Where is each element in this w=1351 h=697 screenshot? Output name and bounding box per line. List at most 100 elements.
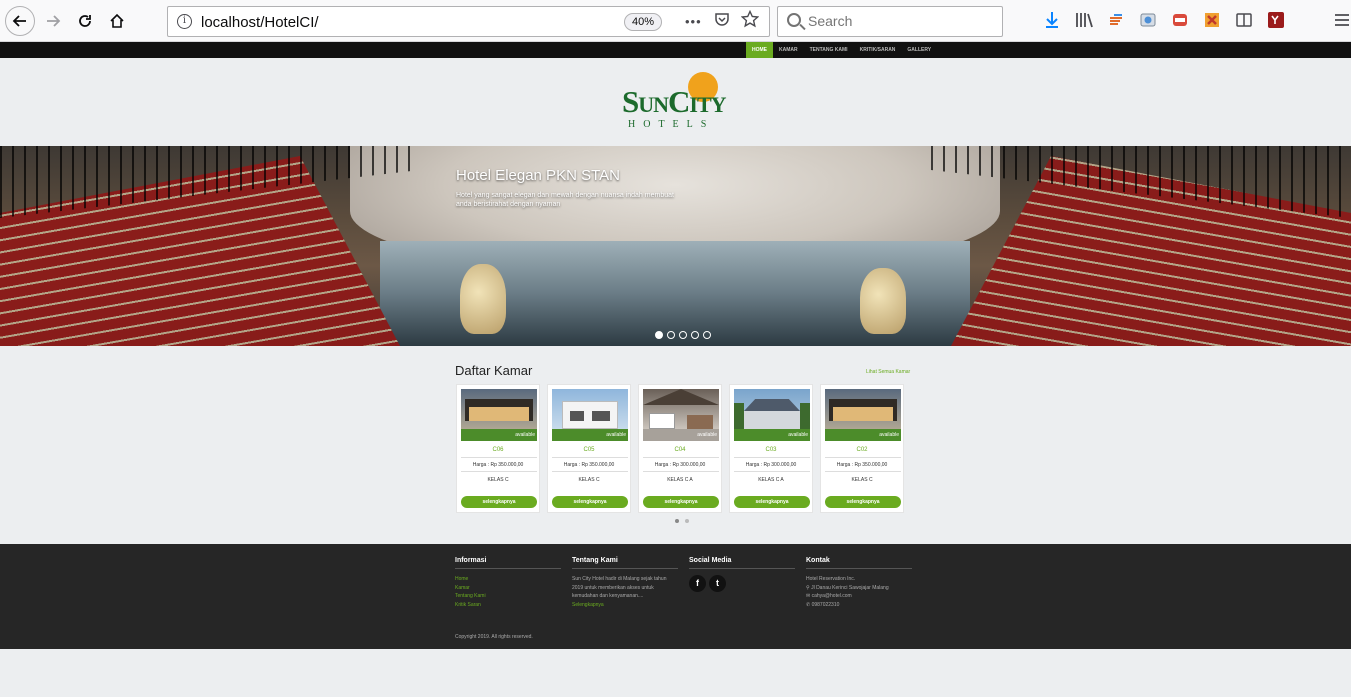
url-text[interactable]: localhost/HotelCI/	[201, 14, 319, 31]
hero-text: Hotel yang sangat elegan dan mewah denga…	[456, 192, 674, 208]
room-status: available	[606, 432, 626, 438]
twitter-icon[interactable]: t	[709, 575, 726, 592]
library-icon[interactable]	[1075, 11, 1093, 29]
nav-kritik-saran[interactable]: KRITIK/SARAN	[854, 42, 902, 58]
screenshot-extension-icon[interactable]	[1139, 11, 1157, 29]
footer-link-tentang-kami[interactable]: Tentang Kami	[455, 592, 561, 601]
footer-link-home[interactable]: Home	[455, 575, 561, 584]
suncity-logo[interactable]: SunCity HOTELS	[620, 72, 750, 132]
bookmark-star-icon[interactable]	[740, 9, 760, 33]
facebook-icon[interactable]: f	[689, 575, 706, 592]
contact-email[interactable]: cahya@hotel.com	[812, 593, 852, 599]
divider	[734, 457, 810, 458]
copyright-text: Copyright 2019. All rights reserved.	[455, 634, 533, 640]
back-button[interactable]	[5, 6, 35, 36]
room-price: Harga : Rp 350.000,00	[472, 462, 524, 468]
contact-company: Hotel Reservation Inc.	[806, 576, 856, 582]
room-class: KELAS C	[578, 477, 600, 483]
room-status: available	[515, 432, 535, 438]
forward-arrow-icon	[47, 15, 61, 27]
room-cards: available C06 Harga : Rp 350.000,00 KELA…	[456, 384, 904, 513]
pocket-icon[interactable]	[714, 11, 730, 32]
room-class: KELAS C A	[758, 477, 784, 483]
hero-indicators	[655, 331, 711, 339]
hero-indicator-dot[interactable]	[703, 331, 711, 339]
footer-informasi: Informasi Home Kamar Tentang Kami Kritik…	[455, 557, 561, 609]
nav-kamar[interactable]: KAMAR	[773, 42, 804, 58]
site-header: SunCity HOTELS	[0, 58, 1351, 146]
footer-link-kamar[interactable]: Kamar	[455, 584, 561, 593]
search-input[interactable]	[808, 13, 988, 29]
hero-indicator-dot[interactable]	[691, 331, 699, 339]
forward-button[interactable]	[38, 6, 68, 36]
divider	[825, 457, 901, 458]
menu-hamburger-icon[interactable]	[1333, 11, 1351, 29]
reload-icon	[79, 15, 91, 27]
room-price: Harga : Rp 350.000,00	[836, 462, 888, 468]
home-button[interactable]	[102, 6, 132, 36]
page-bottom-space	[0, 649, 1351, 697]
reader-view-icon[interactable]	[1235, 11, 1253, 29]
room-code: C06	[492, 447, 504, 453]
room-card: available C03 Harga : Rp 300.000,00 KELA…	[729, 384, 813, 513]
divider	[461, 457, 537, 458]
hero-right-urn	[860, 268, 906, 334]
site-info-icon[interactable]: i	[177, 14, 192, 29]
rooms-page-dot[interactable]	[675, 519, 679, 523]
page-actions-icon[interactable]: •••	[685, 14, 702, 29]
hero-carousel[interactable]: Hotel Elegan PKN STAN Hotel yang sangat …	[0, 146, 1351, 346]
nav-tentang-kami[interactable]: TENTANG KAMI	[804, 42, 854, 58]
nav-home[interactable]: HOME	[746, 42, 773, 58]
rooms-page-dot[interactable]	[685, 519, 689, 523]
room-detail-button[interactable]: selengkapnya	[461, 496, 537, 508]
hero-indicator-dot[interactable]	[679, 331, 687, 339]
footer-heading: Informasi	[455, 557, 561, 569]
room-code: C04	[674, 447, 686, 453]
room-status: available	[697, 432, 717, 438]
hero-indicator-dot[interactable]	[655, 331, 663, 339]
hero-left-urn	[460, 264, 506, 334]
search-bar[interactable]	[777, 6, 1003, 37]
hero-title: Hotel Elegan PKN STAN	[456, 167, 620, 184]
footer-about-text: Sun City Hotel hadir di Malang sejak tah…	[572, 575, 678, 609]
divider	[643, 471, 719, 472]
room-code: C03	[765, 447, 777, 453]
nav-gallery[interactable]: GALLERY	[901, 42, 937, 58]
room-detail-button[interactable]: selengkapnya	[643, 496, 719, 508]
extension-stripes-icon[interactable]	[1107, 11, 1125, 29]
about-more-link[interactable]: Selengkapnya	[572, 602, 604, 608]
hero-indicator-dot[interactable]	[667, 331, 675, 339]
room-class: KELAS C A	[667, 477, 693, 483]
room-detail-button[interactable]: selengkapnya	[552, 496, 628, 508]
divider	[461, 471, 537, 472]
room-price: Harga : Rp 300.000,00	[745, 462, 797, 468]
contact-address-row: ⚲ Jl Danau Kerinci Sawojajar Malang	[806, 584, 912, 593]
logo-subtitle: HOTELS	[628, 119, 715, 130]
room-card: available C04 Harga : Rp 300.000,00 KELA…	[638, 384, 722, 513]
x-extension-icon[interactable]	[1203, 11, 1221, 29]
rooms-heading: Daftar Kamar	[455, 363, 533, 378]
room-card: available C02 Harga : Rp 350.000,00 KELA…	[820, 384, 904, 513]
zoom-level[interactable]: 40%	[624, 13, 662, 31]
address-bar[interactable]: i localhost/HotelCI/ 40% •••	[167, 6, 770, 37]
divider	[643, 457, 719, 458]
room-status: available	[788, 432, 808, 438]
room-code: C05	[583, 447, 595, 453]
room-class: KELAS C	[487, 477, 509, 483]
abp-extension-icon[interactable]	[1171, 11, 1189, 29]
reload-button[interactable]	[70, 6, 100, 36]
room-detail-button[interactable]: selengkapnya	[734, 496, 810, 508]
see-all-rooms-link[interactable]: Lihat Semua Kamar	[866, 369, 910, 375]
footer-link-kritik-saran[interactable]: Kritik Saran	[455, 601, 561, 610]
room-price: Harga : Rp 350.000,00	[563, 462, 615, 468]
room-detail-button[interactable]: selengkapnya	[825, 496, 901, 508]
about-body: Sun City Hotel hadir di Malang sejak tah…	[572, 576, 667, 599]
contact-email-row: ✉ cahya@hotel.com	[806, 592, 912, 601]
room-price: Harga : Rp 300.000,00	[654, 462, 706, 468]
footer-heading: Social Media	[689, 557, 795, 569]
downloads-icon[interactable]	[1043, 11, 1061, 29]
contact-phone: 0987022310	[811, 601, 840, 608]
divider	[825, 471, 901, 472]
site-footer: Informasi Home Kamar Tentang Kami Kritik…	[0, 544, 1351, 649]
youtube-extension-icon[interactable]	[1267, 11, 1285, 29]
